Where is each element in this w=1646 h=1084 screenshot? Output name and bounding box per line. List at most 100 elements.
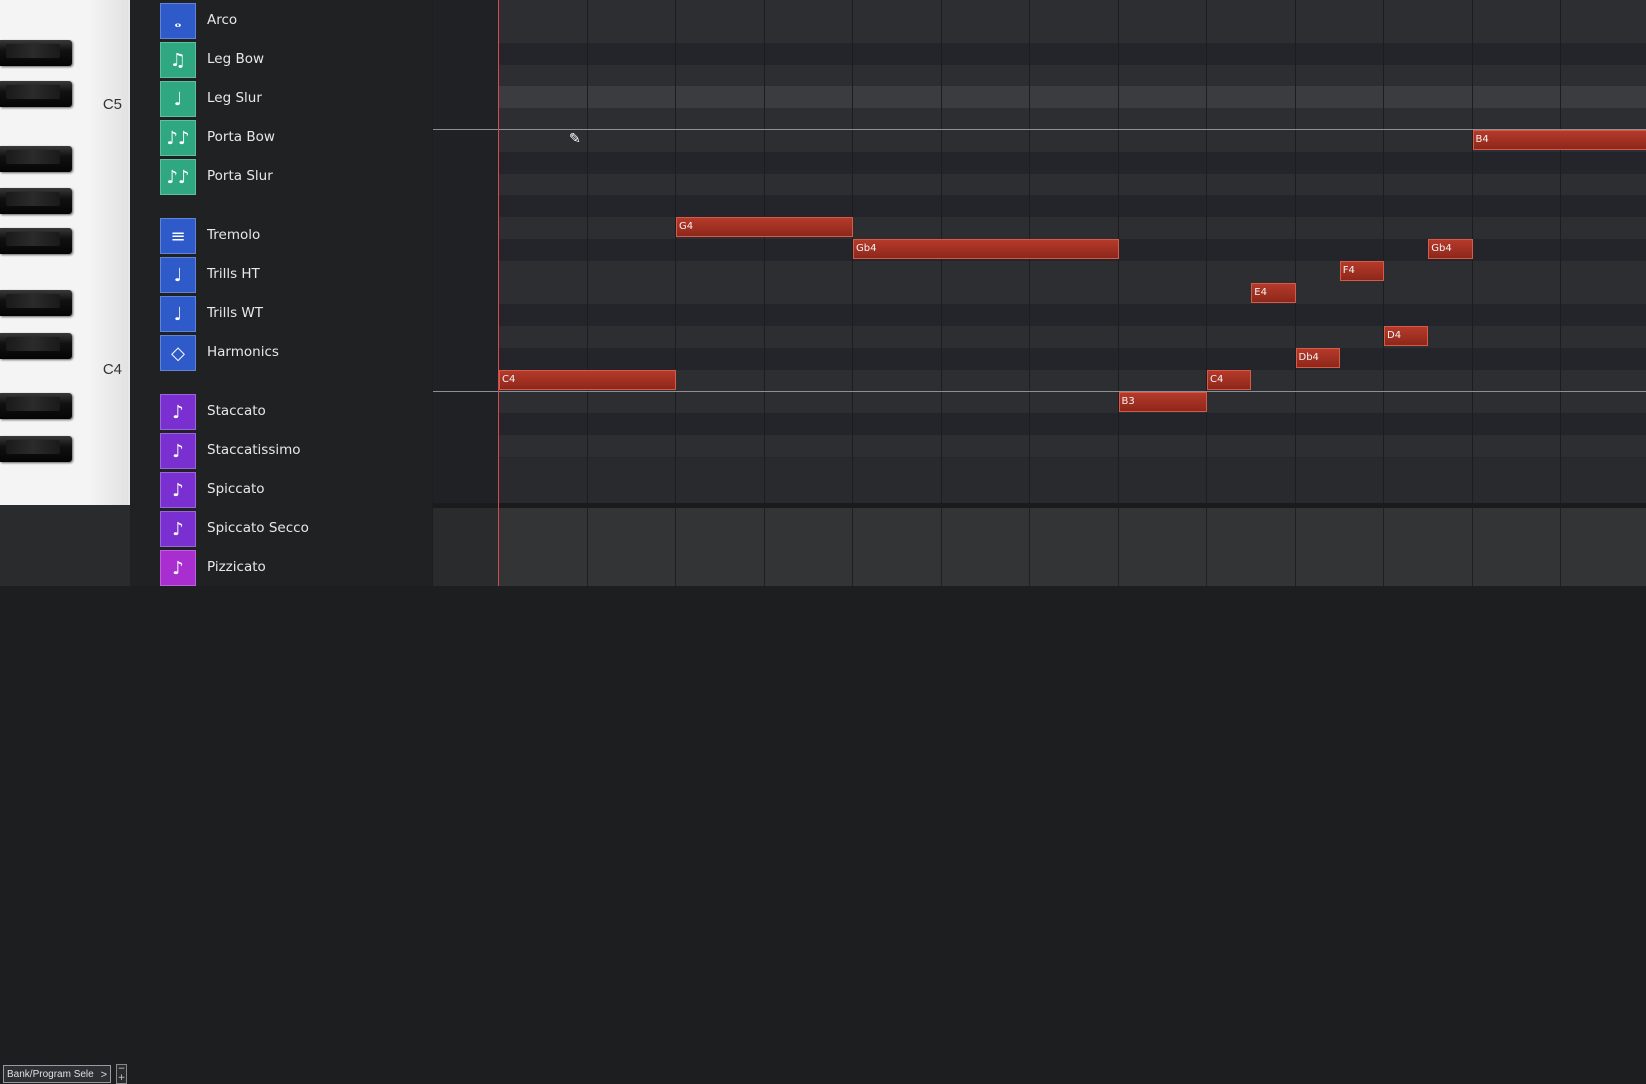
pencil-cursor-icon: ✎: [569, 131, 581, 147]
keyboard-footer: Bank/Program Sele > − +: [0, 505, 130, 586]
articulation-label: Staccato: [207, 403, 266, 419]
articulation-pizzicato[interactable]: ♪Pizzicato: [160, 550, 430, 586]
pitch-row: [433, 195, 1646, 218]
pitch-row: [433, 348, 1646, 371]
articulation-label: Leg Bow: [207, 51, 264, 67]
beat-line: [852, 508, 853, 586]
trill-half-tone-icon: ♩: [160, 257, 196, 293]
beat-line: [587, 508, 588, 586]
articulation-trills-wt[interactable]: ♩Trills WT: [160, 296, 430, 332]
black-key[interactable]: [0, 333, 72, 359]
roll-pre-start-area: [433, 0, 498, 505]
pitch-row: [433, 152, 1646, 175]
articulation-label: Spiccato: [207, 481, 265, 497]
pitch-row: [433, 261, 1646, 284]
pitch-row: [433, 65, 1646, 88]
articulation-porta-bow[interactable]: ♪♪Porta Bow: [160, 120, 430, 156]
bank-program-select[interactable]: Bank/Program Sele >: [3, 1065, 111, 1083]
expand-collapse-button[interactable]: − +: [116, 1064, 127, 1084]
articulation-staccato[interactable]: ♪ Staccato: [160, 394, 430, 430]
beat-line: [1560, 508, 1561, 586]
midi-note[interactable]: B4: [1473, 130, 1646, 150]
spiccato-secco-icon: ♪: [160, 511, 196, 547]
articulation-label: Staccatissimo: [207, 442, 301, 458]
trill-whole-tone-icon: ♩: [160, 296, 196, 332]
beat-line: [1206, 0, 1207, 505]
beat-line: [1206, 508, 1207, 586]
key-label-c5: C5: [103, 96, 122, 113]
black-key[interactable]: [0, 81, 72, 107]
whole-note-icon: 𝅝: [160, 3, 196, 39]
black-key[interactable]: [0, 436, 72, 462]
beat-line: [764, 508, 765, 586]
black-key[interactable]: [0, 393, 72, 419]
piano-roll-grid[interactable]: B4G4Gb4Gb4F4E4D4Db4C4C4B3: [433, 0, 1646, 505]
articulation-trills-ht[interactable]: ♩ Trills HT: [160, 257, 430, 293]
pitch-row: [433, 283, 1646, 306]
velocity-pre-start-area: [433, 508, 498, 586]
beat-line: [1472, 508, 1473, 586]
midi-note[interactable]: D4: [1384, 326, 1428, 346]
midi-note[interactable]: C4: [1207, 370, 1251, 390]
articulation-porta-slur[interactable]: ♪♪Porta Slur: [160, 159, 430, 195]
spiccato-icon: ♪: [160, 472, 196, 508]
harmonics-icon: ◇: [160, 335, 196, 371]
midi-note[interactable]: B3: [1119, 392, 1208, 412]
pitch-row: [433, 108, 1646, 131]
plus-icon: +: [117, 1074, 126, 1083]
piano-keyboard[interactable]: C5 C4: [0, 0, 131, 505]
midi-note[interactable]: C4: [499, 370, 676, 390]
portamento-bow-icon: ♪♪: [160, 120, 196, 156]
midi-note[interactable]: Gb4: [1428, 239, 1472, 259]
midi-note[interactable]: E4: [1251, 283, 1295, 303]
beat-line: [1295, 508, 1296, 586]
beat-line: [941, 508, 942, 586]
midi-note[interactable]: Db4: [1296, 348, 1340, 368]
pitch-row: [433, 304, 1646, 327]
articulation-staccatissimo[interactable]: ♪ Staccatissimo: [160, 433, 430, 469]
octave-line-c5: [433, 129, 1646, 130]
velocity-lane[interactable]: [433, 508, 1646, 586]
articulation-harmonics[interactable]: ◇Harmonics: [160, 335, 430, 371]
midi-note[interactable]: Gb4: [853, 239, 1119, 259]
articulation-spiccato-secco[interactable]: ♪Spiccato Secco: [160, 511, 430, 547]
beat-line: [1295, 0, 1296, 505]
pitch-row: [433, 392, 1646, 415]
pitch-row: [433, 326, 1646, 349]
black-key[interactable]: [0, 40, 72, 66]
articulation-panel: 𝅝Arco♫Leg Bow♩Leg Slur♪♪Porta Bow♪♪Porta…: [130, 0, 432, 586]
white-key[interactable]: [0, 469, 128, 505]
key-label-c4: C4: [103, 361, 122, 378]
staccatissimo-icon: ♪: [160, 433, 196, 469]
articulation-tremolo[interactable]: ≡Tremolo: [160, 218, 430, 254]
staccato-icon: ♪: [160, 394, 196, 430]
midi-note[interactable]: F4: [1340, 261, 1384, 281]
pitch-row: [433, 43, 1646, 66]
beat-line: [675, 508, 676, 586]
octave-line-c4: [433, 391, 1646, 392]
beat-line: [1560, 0, 1561, 505]
articulation-leg-bow[interactable]: ♫Leg Bow: [160, 42, 430, 78]
articulation-label: Leg Slur: [207, 90, 262, 106]
articulation-arco[interactable]: 𝅝 Arco: [160, 3, 430, 39]
beat-line: [1383, 0, 1384, 505]
playhead[interactable]: [498, 0, 499, 586]
pitch-row: [433, 130, 1646, 153]
articulation-label: Trills HT: [207, 266, 260, 282]
beat-line: [764, 0, 765, 505]
articulation-label: Porta Slur: [207, 168, 273, 184]
articulation-spiccato[interactable]: ♪ Spiccato: [160, 472, 430, 508]
articulation-label: Tremolo: [207, 227, 260, 243]
pitch-row: [433, 435, 1646, 458]
articulation-leg-slur[interactable]: ♩Leg Slur: [160, 81, 430, 117]
black-key[interactable]: [0, 290, 72, 316]
articulation-label: Arco: [207, 12, 237, 28]
black-key[interactable]: [0, 188, 72, 214]
black-key[interactable]: [0, 146, 72, 172]
midi-note[interactable]: G4: [676, 217, 853, 237]
beat-line: [587, 0, 588, 505]
pitch-row: [433, 21, 1646, 44]
minus-icon: −: [117, 1065, 126, 1074]
black-key[interactable]: [0, 228, 72, 254]
beat-line: [1383, 508, 1384, 586]
